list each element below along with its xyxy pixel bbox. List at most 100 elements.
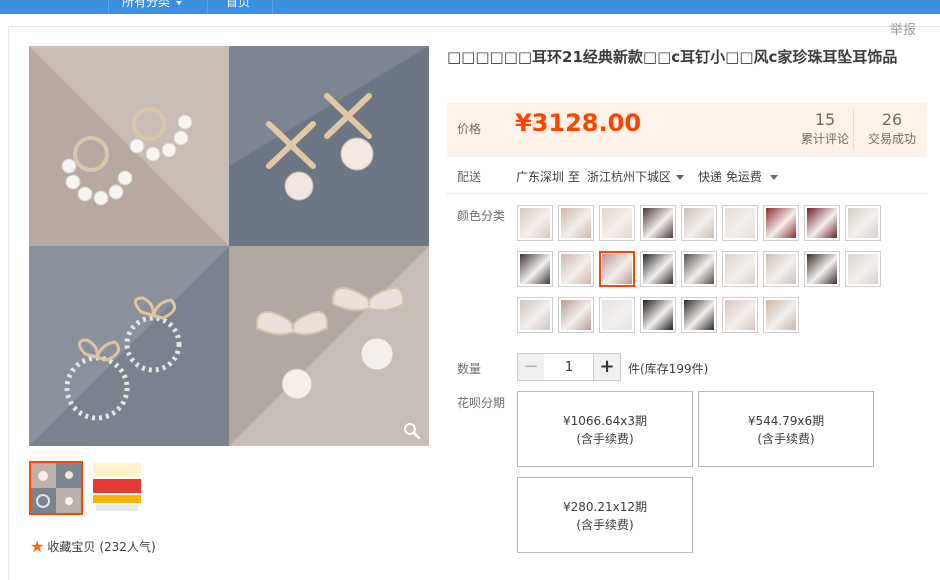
star-icon: ★: [30, 537, 45, 556]
color-swatch[interactable]: [681, 251, 717, 287]
color-swatch[interactable]: [681, 205, 717, 241]
color-swatch-image: [766, 300, 796, 330]
color-swatch[interactable]: [681, 297, 717, 333]
color-swatch[interactable]: [599, 251, 635, 287]
color-swatch-image: [848, 208, 878, 238]
nav-home[interactable]: 首页: [226, 0, 250, 14]
color-swatch[interactable]: [845, 205, 881, 241]
product-photo-pearl-bow: [229, 246, 429, 446]
color-swatch[interactable]: [517, 205, 553, 241]
nav-all-categories-label: 所有分类: [122, 0, 171, 9]
shipping-label: 配送: [457, 170, 482, 184]
stats-divider: [853, 110, 854, 150]
installment-fee: (含手续费): [757, 432, 815, 446]
installment-option-6[interactable]: ¥544.79x6期 (含手续费): [698, 391, 874, 467]
nav-all-categories[interactable]: 所有分类: [122, 0, 183, 14]
thumbnail-2[interactable]: [90, 461, 144, 515]
installment-fee: (含手续费): [576, 432, 634, 446]
divider: [447, 193, 927, 194]
color-swatch[interactable]: [558, 205, 594, 241]
chevron-down-icon: [769, 175, 778, 180]
chevron-down-icon: [176, 0, 183, 5]
installment-option-12[interactable]: ¥280.21x12期 (含手续费): [517, 477, 693, 553]
top-nav-bar: 所有分类 首页: [0, 0, 940, 14]
product-title: □□□□□□耳环21经典新款□□c耳钉小□□风c家珍珠耳坠耳饰品: [447, 48, 898, 66]
nav-divider: [272, 0, 273, 14]
color-swatch[interactable]: [599, 297, 635, 333]
shipping-from: 广东深圳 至: [516, 170, 580, 184]
color-swatch-image: [807, 254, 837, 284]
color-swatch[interactable]: [640, 297, 676, 333]
color-swatch[interactable]: [763, 251, 799, 287]
color-swatch-image: [520, 300, 550, 330]
color-swatch-image: [725, 254, 755, 284]
zoom-icon[interactable]: [403, 422, 421, 440]
product-photo-pearl-camellia: [29, 46, 229, 246]
color-swatch[interactable]: [763, 205, 799, 241]
shipping-method: 快递 免运费: [698, 170, 762, 184]
color-swatch-image: [643, 300, 673, 330]
review-count: 15: [814, 110, 836, 129]
report-link[interactable]: 举报: [890, 19, 916, 38]
color-swatch[interactable]: [722, 251, 758, 287]
color-swatch[interactable]: [722, 297, 758, 333]
color-swatch-image: [766, 254, 796, 284]
installment-fee: (含手续费): [576, 518, 634, 532]
stock-info: 件(库存199件): [628, 362, 709, 376]
chevron-down-icon: [676, 175, 685, 180]
favorite-button[interactable]: ★ 收藏宝贝 (232人气): [30, 537, 156, 556]
main-product-image[interactable]: [29, 46, 429, 446]
color-swatch-image: [807, 208, 837, 238]
price-label: 价格: [457, 122, 482, 136]
installment-option-3[interactable]: ¥1066.64x3期 (含手续费): [517, 391, 693, 467]
installment-label: 花呗分期: [457, 396, 506, 410]
thumbnail-image: [31, 463, 81, 513]
color-swatch[interactable]: [517, 297, 553, 333]
color-swatch-image: [684, 254, 714, 284]
color-swatch-image: [643, 254, 673, 284]
color-swatch-image: [848, 254, 878, 284]
color-swatch[interactable]: [804, 205, 840, 241]
color-swatch-image: [520, 208, 550, 238]
quantity-input[interactable]: [544, 353, 594, 381]
color-swatch[interactable]: [640, 251, 676, 287]
shipping-method-select[interactable]: 快递 免运费: [698, 168, 778, 185]
color-swatch-image: [725, 300, 755, 330]
product-photo-cross-pearl: [229, 46, 429, 246]
color-swatch-image: [602, 254, 632, 284]
color-swatch[interactable]: [558, 251, 594, 287]
review-count-stat[interactable]: 15 累计评论: [795, 110, 855, 148]
quantity-increase-button[interactable]: +: [593, 353, 621, 381]
price-box: 价格 ¥3128.00 15 累计评论 26 交易成功: [447, 103, 927, 157]
color-swatch-image: [602, 300, 632, 330]
color-swatch[interactable]: [845, 251, 881, 287]
shipping-destination: 浙江杭州下城区: [587, 170, 672, 184]
color-swatch[interactable]: [722, 205, 758, 241]
quantity-decrease-button[interactable]: −: [517, 353, 545, 381]
favorite-label: 收藏宝贝: [47, 540, 96, 554]
installment-amount: ¥544.79x6期: [747, 414, 825, 428]
color-swatch-image: [684, 208, 714, 238]
color-swatch-image: [725, 208, 755, 238]
color-swatch[interactable]: [599, 205, 635, 241]
color-swatch[interactable]: [804, 251, 840, 287]
color-swatch[interactable]: [517, 251, 553, 287]
shipping-destination-select[interactable]: 浙江杭州下城区: [587, 168, 685, 185]
nav-divider: [108, 0, 109, 14]
color-swatch[interactable]: [763, 297, 799, 333]
installment-amount: ¥1066.64x3期: [563, 414, 647, 428]
color-swatch[interactable]: [558, 297, 594, 333]
thumbnail-1[interactable]: [29, 461, 83, 515]
favorite-count: (232人气): [99, 540, 156, 554]
product-photo-bow-wreath: [29, 246, 229, 446]
color-swatch-image: [766, 208, 796, 238]
color-swatch-image: [684, 300, 714, 330]
review-count-label: 累计评论: [800, 132, 849, 146]
thumbnail-promo-image: [90, 461, 144, 515]
nav-divider: [207, 0, 208, 14]
color-swatch-image: [520, 254, 550, 284]
color-swatch-image: [561, 208, 591, 238]
installment-amount: ¥280.21x12期: [563, 500, 647, 514]
sales-count-stat: 26 交易成功: [862, 110, 922, 148]
color-swatch[interactable]: [640, 205, 676, 241]
